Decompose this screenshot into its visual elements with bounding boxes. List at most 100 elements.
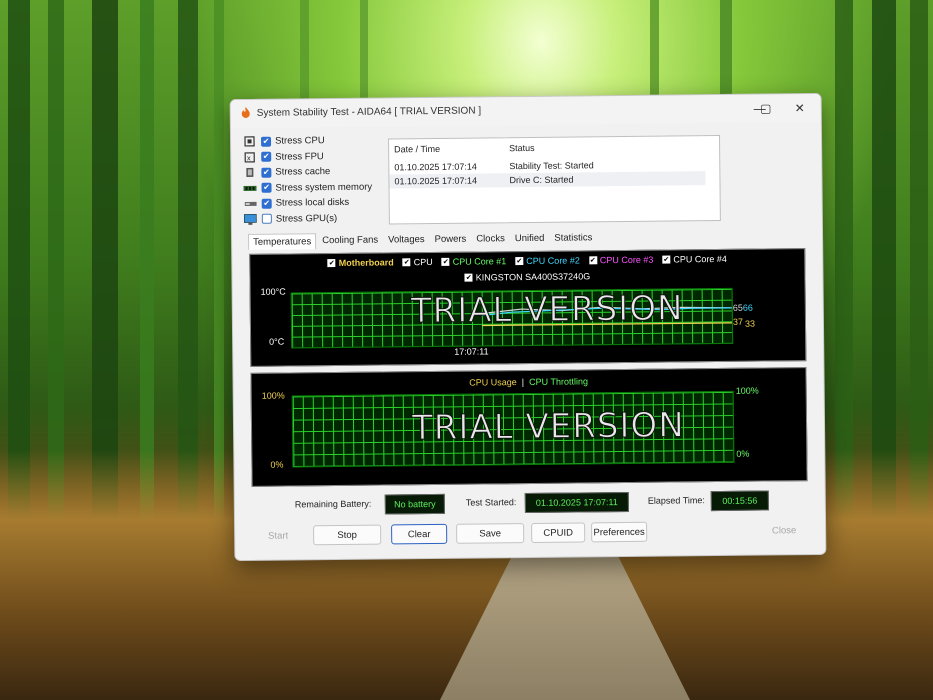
- temperature-legend: ✔ Motherboard ✔ CPU ✔ CPU Core #1 ✔ CPU Core…: [250, 253, 804, 269]
- save-button[interactable]: Save: [456, 523, 525, 544]
- tab-statistics[interactable]: Statistics: [550, 230, 596, 246]
- stress-option-memory[interactable]: ✔ Stress system memory: [243, 179, 372, 196]
- memory-icon: [243, 183, 257, 194]
- usage-y-right-min: 0%: [736, 448, 750, 459]
- temperature-graph-panel: ✔ Motherboard ✔ CPU ✔ CPU Core #1 ✔ CPU Core…: [249, 248, 807, 367]
- legend-cpu-core-2[interactable]: ✔ CPU Core #2: [515, 255, 580, 266]
- legend-kingston-disk[interactable]: ✔ KINGSTON SA400S37240G: [464, 271, 591, 283]
- legend-checkbox[interactable]: ✔: [464, 273, 473, 282]
- test-started-value: 01.10.2025 17:07:11: [524, 491, 629, 514]
- close-window-button[interactable]: ✕: [789, 98, 811, 118]
- legend-cpu-core-3[interactable]: ✔ CPU Core #3: [588, 254, 654, 266]
- stress-option-label: Stress FPU: [275, 150, 324, 163]
- title-bar[interactable]: System Stability Test - AIDA64 [ TRIAL V…: [230, 93, 821, 129]
- temp-value-label: 33: [744, 318, 756, 329]
- stress-option-label: Stress system memory: [275, 181, 373, 194]
- test-started-value-text: 01.10.2025 17:07:11: [535, 497, 618, 508]
- close-button[interactable]: Close: [759, 520, 809, 541]
- legend-checkbox[interactable]: ✔: [588, 256, 597, 265]
- legend-cpu[interactable]: ✔ CPU: [402, 256, 433, 268]
- usage-legend: CPU Usage | CPU Throttling: [252, 374, 806, 390]
- stress-options: ✔ Stress CPU x ✔ Stress FPU ✔ Stress cac…: [243, 133, 373, 227]
- cache-icon: [243, 167, 256, 178]
- stress-cpu-checkbox[interactable]: ✔: [260, 136, 272, 147]
- tab-unified[interactable]: Unified: [511, 231, 549, 247]
- trial-watermark: TRIAL VERSION: [411, 405, 685, 449]
- stress-fpu-checkbox[interactable]: ✔: [261, 151, 272, 163]
- legend-cpu-usage: CPU Usage: [469, 377, 517, 388]
- stop-button[interactable]: Stop: [313, 524, 382, 546]
- stress-option-label: Stress GPU(s): [275, 212, 338, 225]
- legend-motherboard[interactable]: ✔ Motherboard: [327, 257, 394, 268]
- legend-checkbox[interactable]: ✔: [327, 259, 336, 268]
- status-log[interactable]: Date / Time Status 01.10.2025 17:07:14 S…: [388, 134, 721, 225]
- legend-label: CPU: [413, 256, 433, 268]
- legend-cpu-core-4[interactable]: ✔ CPU Core #4: [662, 254, 727, 265]
- stress-option-label: Stress local disks: [275, 197, 350, 209]
- test-started-label: Test Started:: [465, 497, 517, 508]
- maximize-button[interactable]: ▢: [755, 98, 777, 118]
- stress-memory-checkbox[interactable]: ✔: [261, 182, 272, 194]
- stress-option-gpu[interactable]: Stress GPU(s): [243, 210, 373, 227]
- battery-label: Remaining Battery:: [294, 498, 372, 510]
- log-header-status: Status: [509, 142, 535, 154]
- tab-temperatures[interactable]: Temperatures: [248, 233, 317, 250]
- elapsed-time-value-text: 00:15:56: [722, 495, 758, 506]
- disk-icon: [244, 198, 257, 209]
- usage-y-min: 0%: [270, 459, 284, 470]
- tab-clocks[interactable]: Clocks: [472, 231, 509, 247]
- temp-y-min: 0°C: [269, 336, 285, 347]
- log-row[interactable]: 01.10.2025 17:07:14 Drive C: Started: [389, 171, 706, 189]
- elapsed-time-label: Elapsed Time:: [647, 495, 705, 506]
- stress-disks-checkbox[interactable]: ✔: [261, 198, 272, 209]
- maximize-icon: ▢: [759, 101, 772, 116]
- battery-value-text: No battery: [394, 498, 436, 510]
- usage-y-max: 100%: [261, 390, 285, 401]
- legend-separator: |: [521, 377, 525, 388]
- log-status: Drive C: Started: [509, 174, 574, 186]
- legend-checkbox[interactable]: ✔: [662, 255, 671, 264]
- clear-button[interactable]: Clear: [391, 523, 448, 545]
- cpuid-button[interactable]: CPUID: [531, 522, 586, 543]
- usage-y-right-max: 100%: [735, 385, 759, 396]
- legend-cpu-throttling: CPU Throttling: [529, 376, 588, 387]
- temp-x-label: 17:07:11: [454, 346, 489, 357]
- start-button[interactable]: Start: [253, 525, 303, 546]
- stress-option-cache[interactable]: ✔ Stress cache: [243, 164, 372, 181]
- legend-checkbox[interactable]: ✔: [515, 257, 524, 266]
- stress-option-fpu[interactable]: x ✔ Stress FPU: [243, 148, 372, 165]
- tab-cooling-fans[interactable]: Cooling Fans: [318, 233, 382, 250]
- graph-tabs: Temperatures Cooling Fans Voltages Power…: [248, 230, 598, 250]
- stress-cache-checkbox[interactable]: ✔: [261, 167, 272, 178]
- stress-option-disks[interactable]: ✔ Stress local disks: [244, 195, 373, 212]
- temp-value-label: 37: [732, 316, 744, 327]
- log-header-datetime: Date / Time: [394, 143, 441, 155]
- legend-checkbox[interactable]: ✔: [441, 257, 450, 266]
- svg-text:x: x: [247, 154, 251, 162]
- tab-voltages[interactable]: Voltages: [384, 232, 429, 248]
- stress-option-label: Stress cache: [275, 166, 331, 178]
- log-status: Stability Test: Started: [509, 160, 594, 172]
- fpu-icon: x: [243, 152, 256, 163]
- monitor-icon: [243, 213, 257, 225]
- tab-powers[interactable]: Powers: [431, 232, 471, 248]
- legend-label: KINGSTON SA400S37240G: [475, 271, 591, 283]
- log-datetime: 01.10.2025 17:07:14: [394, 175, 478, 187]
- legend-checkbox[interactable]: ✔: [402, 258, 411, 267]
- window-title: System Stability Test - AIDA64 [ TRIAL V…: [256, 105, 482, 119]
- legend-label: CPU Core #2: [526, 255, 580, 267]
- legend-label: CPU Core #3: [599, 254, 654, 266]
- temp-value-label: 66: [742, 302, 753, 313]
- legend-label: Motherboard: [338, 257, 394, 268]
- preferences-button[interactable]: Preferences: [591, 521, 648, 543]
- close-icon: ✕: [794, 101, 805, 116]
- cpu-icon: [243, 136, 256, 147]
- temp-value-label: 65: [732, 302, 743, 313]
- cpu-usage-graph-panel: CPU Usage | CPU Throttling 100% 0% TRIAL…: [250, 367, 808, 487]
- stress-option-cpu[interactable]: ✔ Stress CPU: [243, 133, 372, 150]
- trial-watermark: TRIAL VERSION: [410, 288, 684, 332]
- flame-icon: [241, 106, 250, 118]
- stress-gpu-checkbox[interactable]: [261, 213, 272, 225]
- legend-cpu-core-1[interactable]: ✔ CPU Core #1: [441, 256, 506, 267]
- temperature-legend-row2: ✔ KINGSTON SA400S37240G: [250, 269, 804, 285]
